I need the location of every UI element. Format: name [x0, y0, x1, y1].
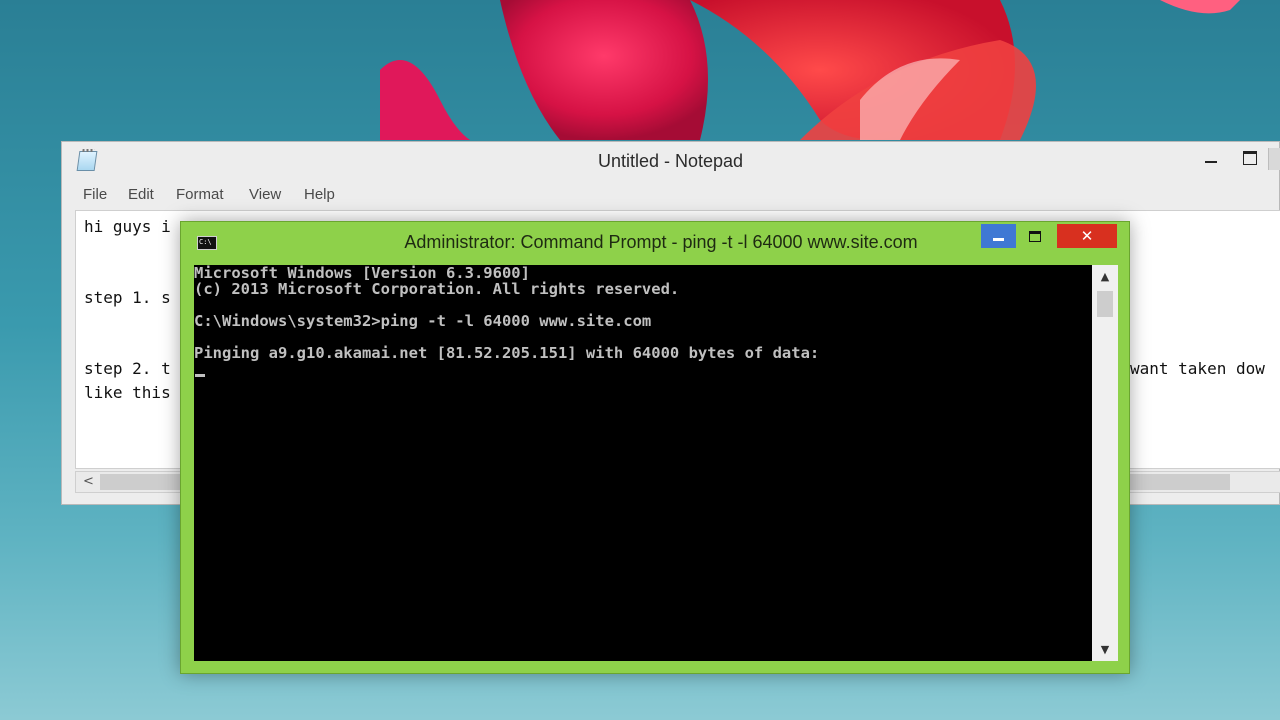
notepad-minimize-button[interactable]	[1205, 155, 1217, 167]
console-line: Microsoft Windows [Version 6.3.9600]	[194, 264, 530, 282]
console-cursor	[195, 374, 205, 377]
text-line: step 1. s	[84, 288, 171, 307]
notepad-close-button[interactable]	[1268, 148, 1280, 170]
text-line: hi guys i	[84, 217, 171, 236]
menu-view[interactable]: View	[249, 186, 281, 203]
notepad-titlebar[interactable]: Untitled - Notepad	[62, 142, 1280, 180]
scroll-down-icon[interactable]: ▼	[1092, 643, 1118, 656]
notepad-menubar: File Edit Format View Help	[62, 182, 1279, 206]
console-line: (c) 2013 Microsoft Corporation. All righ…	[194, 280, 680, 298]
console-output[interactable]: Microsoft Windows [Version 6.3.9600] (c)…	[194, 265, 1092, 661]
cmd-vertical-scrollbar[interactable]: ▲ ▼	[1092, 265, 1118, 661]
console-line: Pinging a9.g10.akamai.net [81.52.205.151…	[194, 344, 820, 362]
cmd-minimize-button[interactable]	[981, 224, 1016, 248]
text-line: step 2. t	[84, 359, 171, 378]
cmd-maximize-button[interactable]	[1018, 224, 1053, 248]
scroll-left-icon[interactable]: <	[83, 474, 94, 489]
menu-help[interactable]: Help	[304, 186, 335, 203]
scroll-thumb[interactable]	[1097, 291, 1113, 317]
scroll-up-icon[interactable]: ▲	[1092, 270, 1118, 283]
command-prompt-window[interactable]: C:\ Administrator: Command Prompt - ping…	[180, 221, 1130, 674]
menu-file[interactable]: File	[83, 186, 107, 203]
menu-format[interactable]: Format	[176, 186, 224, 203]
notepad-title: Untitled - Notepad	[597, 151, 744, 171]
notepad-maximize-button[interactable]	[1243, 151, 1257, 165]
cmd-close-button[interactable]: ✕	[1057, 224, 1117, 248]
console-line: C:\Windows\system32>ping -t -l 64000 www…	[194, 312, 652, 330]
menu-edit[interactable]: Edit	[128, 186, 154, 203]
text-line: want taken dow	[1130, 359, 1265, 378]
text-line: like this	[84, 383, 171, 402]
